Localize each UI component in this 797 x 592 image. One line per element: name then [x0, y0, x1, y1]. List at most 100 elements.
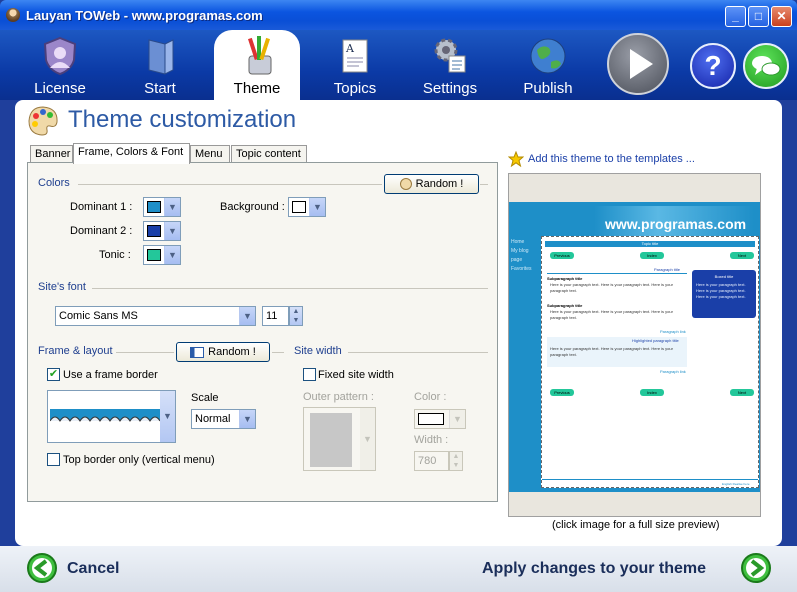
tab-banner[interactable]: Banner: [30, 145, 73, 163]
font-family-select[interactable]: Comic Sans MS ▼: [55, 306, 256, 326]
preview-prev-button: Previous: [550, 389, 574, 396]
page-title: Theme customization: [68, 106, 297, 133]
color-swatch: [147, 249, 161, 261]
shield-user-icon: [43, 36, 77, 76]
paint-brushes-icon: [248, 36, 272, 75]
dominant2-label: Dominant 2 :: [70, 225, 133, 237]
preview-index-button: Index: [640, 252, 664, 259]
color-swatch: [418, 413, 444, 425]
preview-highlighted-title: Highlighted paragraph title: [632, 338, 679, 343]
preview-menu-item: Home: [511, 239, 525, 245]
window-title: Lauyan TOWeb - www.programas.com: [26, 7, 263, 23]
dominant2-color-picker[interactable]: ▼: [143, 221, 181, 241]
tonic-color-picker[interactable]: ▼: [143, 245, 181, 265]
preview-box-text: Here is your paragraph text. Here is you…: [696, 282, 746, 299]
minimize-button[interactable]: _: [725, 6, 746, 27]
separator: [116, 352, 174, 353]
preview-body-text: Here is your paragraph text. Here is you…: [550, 346, 673, 357]
top-border-checkbox[interactable]: [47, 453, 60, 466]
fixed-width-checkbox[interactable]: [303, 368, 316, 381]
tab-menu[interactable]: Menu: [190, 145, 230, 163]
preview-highlight-block: Highlighted paragraph title Here is your…: [547, 337, 687, 367]
separator: [348, 352, 488, 353]
preview-footer: English Realise here: [722, 482, 750, 486]
dominant1-color-picker[interactable]: ▼: [143, 197, 181, 217]
toolbar-settings[interactable]: Settings: [405, 30, 495, 100]
scale-label: Scale: [191, 392, 219, 404]
preview-subparagraph-title: Subparagraph title: [547, 303, 583, 308]
toolbar-publish[interactable]: Publish: [503, 30, 593, 100]
scale-select[interactable]: Normal ▼: [191, 409, 256, 429]
color-label: Color :: [414, 391, 447, 403]
preview-next-button: Next: [730, 252, 754, 259]
use-frame-checkbox[interactable]: ✔: [47, 368, 60, 381]
separator: [272, 352, 284, 353]
chevron-down-icon[interactable]: ▼: [160, 391, 175, 442]
preview-box-title: Boxed title: [714, 274, 734, 279]
site-width-section-label: Site width: [294, 345, 342, 357]
colors-random-button[interactable]: Random !: [384, 174, 479, 194]
book-icon: [148, 39, 174, 75]
add-template-link[interactable]: Add this theme to the templates ...: [528, 153, 695, 165]
palette-small-icon: [399, 178, 412, 191]
tab-frame-colors-font[interactable]: Frame, Colors & Font: [73, 143, 190, 164]
random-label: Random !: [208, 346, 256, 358]
pattern-preview: [310, 413, 352, 467]
cancel-button[interactable]: Cancel: [26, 552, 176, 584]
preview-subparagraph-title: Subparagraph title: [547, 276, 583, 281]
toolbar-label: License: [34, 80, 86, 97]
outer-pattern-list[interactable]: ▼: [303, 407, 376, 471]
toolbar-label: Settings: [422, 80, 478, 97]
help-button[interactable]: ?: [690, 43, 736, 89]
fixed-width-label: Fixed site width: [318, 369, 394, 381]
outer-pattern-label: Outer pattern :: [303, 391, 374, 403]
chevron-down-icon: ▼: [164, 222, 180, 240]
cancel-label: Cancel: [67, 560, 120, 577]
toolbar-label: Publish: [523, 80, 573, 97]
random-label: Random !: [415, 178, 464, 190]
width-spinner[interactable]: ▲ ▼: [449, 451, 463, 471]
layout-icon: [190, 346, 205, 358]
width-input[interactable]: 780: [414, 451, 449, 471]
theme-preview-image[interactable]: www.programas.com Home My blog page Favo…: [508, 173, 761, 517]
font-size-spinner[interactable]: ▲ ▼: [289, 306, 303, 326]
chat-icon: [752, 56, 781, 76]
separator: [480, 184, 488, 185]
forward-arrow-icon: [741, 553, 771, 583]
play-button[interactable]: [607, 33, 669, 95]
frame-pattern-icon: [50, 409, 160, 422]
preview-caption: (click image for a full size preview): [552, 519, 720, 531]
chevron-down-icon: ▼: [164, 198, 180, 216]
star-icon: [508, 151, 524, 167]
play-icon: [630, 49, 653, 79]
close-button[interactable]: ✕: [771, 6, 792, 27]
chevron-down-icon: ▼: [309, 198, 325, 216]
toolbar-topics[interactable]: A Topics: [310, 30, 400, 100]
chevron-down-icon: ▼: [239, 307, 255, 325]
tab-topic-content[interactable]: Topic content: [231, 145, 307, 163]
preview-paragraph-title: Paragraph title: [654, 267, 681, 272]
app-icon: [6, 8, 20, 22]
background-color-picker[interactable]: ▼: [288, 197, 326, 217]
chat-button[interactable]: [743, 43, 789, 89]
separator: [78, 184, 382, 185]
toolbar-label: Start: [144, 80, 176, 97]
frame-style-list[interactable]: ▼: [47, 390, 176, 443]
width-label: Width :: [414, 434, 449, 446]
apply-button[interactable]: Apply changes to your theme: [470, 552, 774, 584]
toolbar-theme[interactable]: Theme: [214, 30, 300, 100]
top-border-label: Top border only (vertical menu): [63, 454, 215, 466]
chevron-down-icon: ▼: [449, 410, 465, 428]
toolbar-start[interactable]: Start: [115, 30, 205, 100]
font-section-label: Site's font: [38, 281, 86, 293]
help-icon: ?: [704, 50, 722, 81]
maximize-button[interactable]: □: [748, 6, 769, 27]
font-size-input[interactable]: 11: [262, 306, 289, 326]
preview-menu: Home My blog page Favorites: [511, 238, 541, 274]
outer-color-picker[interactable]: ▼: [414, 409, 466, 429]
frame-random-button[interactable]: Random !: [176, 342, 270, 362]
color-swatch: [147, 225, 161, 237]
preview-menu-item: Favorites: [511, 266, 532, 272]
apply-label: Apply changes to your theme: [482, 560, 707, 577]
toolbar-license[interactable]: License: [15, 30, 105, 100]
